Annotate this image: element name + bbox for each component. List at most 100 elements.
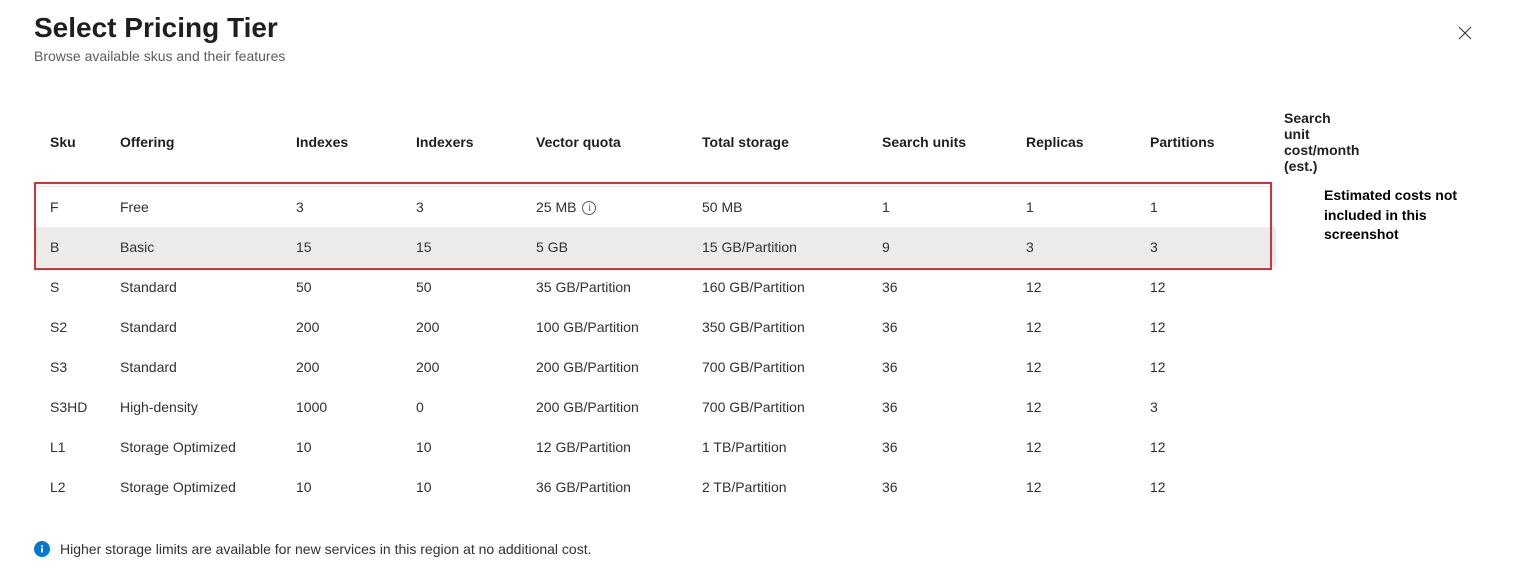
cell: 3 xyxy=(408,187,528,228)
cell: 350 GB/Partition xyxy=(694,307,874,347)
cell: 10 xyxy=(408,427,528,467)
close-icon xyxy=(1457,25,1473,41)
cell: 10 xyxy=(408,467,528,507)
cell: 200 GB/Partition xyxy=(528,387,694,427)
cell: 36 xyxy=(874,347,1018,387)
cell: 3 xyxy=(288,187,408,228)
cell: 15 xyxy=(408,227,528,267)
footer-text: Higher storage limits are available for … xyxy=(60,541,592,557)
cell: 1 TB/Partition xyxy=(694,427,874,467)
cell: 25 MBi xyxy=(528,187,694,228)
cell: 36 xyxy=(874,387,1018,427)
cell: 2 TB/Partition xyxy=(694,467,874,507)
cell: 700 GB/Partition xyxy=(694,387,874,427)
cell: 3 xyxy=(1142,387,1276,427)
cell: 12 GB/Partition xyxy=(528,427,694,467)
cell: S3 xyxy=(34,347,112,387)
cell: 0 xyxy=(408,387,528,427)
info-icon xyxy=(34,541,50,557)
cell: 5 GB xyxy=(528,227,694,267)
cell: 36 GB/Partition xyxy=(528,467,694,507)
cell: 700 GB/Partition xyxy=(694,347,874,387)
pricing-table: Sku Offering Indexes Indexers Vector quo… xyxy=(34,100,1276,507)
cell: 36 xyxy=(874,427,1018,467)
col-header-units[interactable]: Search units xyxy=(874,100,1018,187)
page-title: Select Pricing Tier xyxy=(34,12,1492,44)
cell: S3HD xyxy=(34,387,112,427)
cell: 1000 xyxy=(288,387,408,427)
col-header-storage[interactable]: Total storage xyxy=(694,100,874,187)
cell: 12 xyxy=(1142,427,1276,467)
col-header-sku[interactable]: Sku xyxy=(34,100,112,187)
cell: 200 xyxy=(408,307,528,347)
table-row[interactable]: S3Standard200200200 GB/Partition700 GB/P… xyxy=(34,347,1276,387)
cell: L1 xyxy=(34,427,112,467)
table-row[interactable]: FFree3325 MBi50 MB111 xyxy=(34,187,1276,228)
col-header-offering[interactable]: Offering xyxy=(112,100,288,187)
cell: S2 xyxy=(34,307,112,347)
cell: 12 xyxy=(1018,267,1142,307)
cell: 12 xyxy=(1018,427,1142,467)
cell: L2 xyxy=(34,467,112,507)
cell: 15 GB/Partition xyxy=(694,227,874,267)
cell: 160 GB/Partition xyxy=(694,267,874,307)
table-row[interactable]: SStandard505035 GB/Partition160 GB/Parti… xyxy=(34,267,1276,307)
cell: 3 xyxy=(1018,227,1142,267)
table-row[interactable]: BBasic15155 GB15 GB/Partition933 xyxy=(34,227,1276,267)
cell: 200 xyxy=(288,307,408,347)
page-subtitle: Browse available skus and their features xyxy=(34,48,1492,64)
cell: Standard xyxy=(112,347,288,387)
table-row[interactable]: S2Standard200200100 GB/Partition350 GB/P… xyxy=(34,307,1276,347)
info-icon[interactable]: i xyxy=(582,201,596,215)
cell: Basic xyxy=(112,227,288,267)
cell: 200 GB/Partition xyxy=(528,347,694,387)
cell: 3 xyxy=(1142,227,1276,267)
cell: 12 xyxy=(1018,307,1142,347)
col-header-vector[interactable]: Vector quota xyxy=(528,100,694,187)
col-header-replicas[interactable]: Replicas xyxy=(1018,100,1142,187)
cell: 36 xyxy=(874,467,1018,507)
table-row[interactable]: L2Storage Optimized101036 GB/Partition2 … xyxy=(34,467,1276,507)
cell: 1 xyxy=(1142,187,1276,228)
col-header-partitions[interactable]: Partitions xyxy=(1142,100,1276,187)
cell: 12 xyxy=(1142,467,1276,507)
cell: 12 xyxy=(1018,387,1142,427)
cell: 10 xyxy=(288,467,408,507)
cell: Standard xyxy=(112,307,288,347)
cell: 36 xyxy=(874,307,1018,347)
cell: 200 xyxy=(288,347,408,387)
cell: Storage Optimized xyxy=(112,427,288,467)
side-note: Estimated costs not included in this scr… xyxy=(1324,186,1484,245)
footer-note: Higher storage limits are available for … xyxy=(34,541,1492,557)
cell: 35 GB/Partition xyxy=(528,267,694,307)
cell: 1 xyxy=(1018,187,1142,228)
table-row[interactable]: L1Storage Optimized101012 GB/Partition1 … xyxy=(34,427,1276,467)
cell: 15 xyxy=(288,227,408,267)
cell: 1 xyxy=(874,187,1018,228)
cell: 100 GB/Partition xyxy=(528,307,694,347)
cell: 9 xyxy=(874,227,1018,267)
cell: 12 xyxy=(1018,347,1142,387)
cell: 12 xyxy=(1018,467,1142,507)
cell: B xyxy=(34,227,112,267)
table-row[interactable]: S3HDHigh-density10000200 GB/Partition700… xyxy=(34,387,1276,427)
cell: 50 xyxy=(408,267,528,307)
col-header-indexers[interactable]: Indexers xyxy=(408,100,528,187)
table-header-row: Sku Offering Indexes Indexers Vector quo… xyxy=(34,100,1276,187)
cell: 10 xyxy=(288,427,408,467)
cell: Free xyxy=(112,187,288,228)
pricing-tier-panel: Select Pricing Tier Browse available sku… xyxy=(0,0,1526,581)
cell: 12 xyxy=(1142,307,1276,347)
cell: 36 xyxy=(874,267,1018,307)
cell: 50 xyxy=(288,267,408,307)
cell: 12 xyxy=(1142,347,1276,387)
content-row: Sku Offering Indexes Indexers Vector quo… xyxy=(34,100,1492,507)
cell: F xyxy=(34,187,112,228)
close-button[interactable] xyxy=(1454,22,1476,44)
cell: High-density xyxy=(112,387,288,427)
cell: 200 xyxy=(408,347,528,387)
cell: S xyxy=(34,267,112,307)
cell: Storage Optimized xyxy=(112,467,288,507)
col-header-indexes[interactable]: Indexes xyxy=(288,100,408,187)
pricing-table-wrap: Sku Offering Indexes Indexers Vector quo… xyxy=(34,100,1276,507)
